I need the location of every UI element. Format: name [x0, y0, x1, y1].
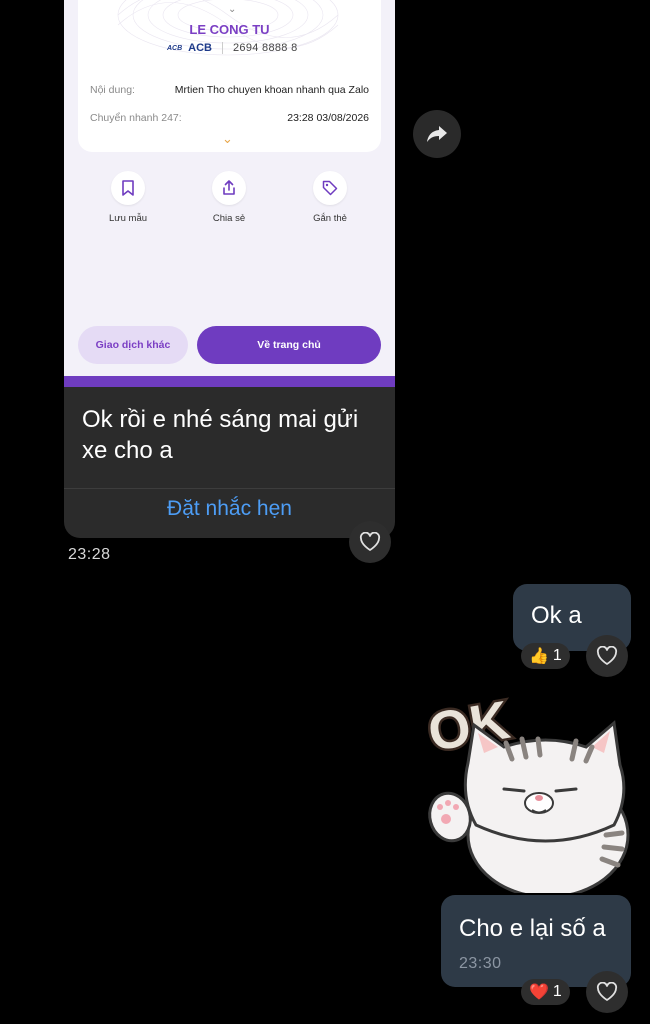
cat-ok-sticker[interactable]: OK — [426, 685, 632, 893]
reaction-count: 1 — [552, 647, 562, 664]
react-heart-button[interactable] — [586, 971, 628, 1013]
bookmark-icon — [111, 171, 145, 205]
bank-account-row: ACB ACB 2694 8888 8 — [167, 42, 298, 54]
react-heart-button[interactable] — [586, 635, 628, 677]
incoming-timestamp: 23:28 — [68, 546, 111, 563]
chevron-down-icon: ⌄ — [222, 131, 233, 146]
red-heart-icon: ❤️ — [529, 984, 549, 1001]
shared-transfer-screenshot[interactable]: ⌄ LE CONG TU ACB ACB 2694 8888 8 Nội dun… — [64, 0, 395, 387]
chevron-double-down-icon: ⌄ — [228, 4, 237, 15]
reaction-count: 1 — [552, 983, 562, 1000]
share-label: Chia sẻ — [212, 213, 246, 224]
share-action: Chia sẻ — [194, 171, 264, 224]
reaction-pill[interactable]: 👍 1 — [521, 643, 570, 669]
save-template-label: Lưu mẫu — [108, 213, 148, 224]
heart-outline-icon — [359, 532, 381, 551]
save-template-action: Lưu mẫu — [93, 171, 163, 224]
divider — [64, 488, 395, 489]
tag-action: Gắn thẻ — [295, 171, 365, 224]
tag-icon — [313, 171, 347, 205]
thumbs-up-icon: 👍 — [529, 648, 549, 665]
home-button: Về trang chủ — [197, 326, 381, 364]
transfer-info-card: ⌄ LE CONG TU ACB ACB 2694 8888 8 Nội dun… — [78, 0, 381, 152]
set-reminder-link[interactable]: Đặt nhắc hẹn — [64, 497, 395, 521]
content-label: Nội dung: — [90, 84, 135, 96]
outgoing-timestamp: 23:30 — [459, 955, 502, 972]
bank-name: ACB — [188, 42, 213, 54]
recipient-name: LE CONG TU — [189, 22, 270, 37]
share-icon — [212, 171, 246, 205]
acb-logo-icon: ACB — [167, 44, 183, 52]
forward-arrow-icon — [427, 126, 447, 142]
account-number: 2694 8888 8 — [233, 42, 298, 54]
outgoing-message-text: Cho e lại số a — [459, 915, 606, 942]
reaction-pill[interactable]: ❤️ 1 — [521, 979, 570, 1005]
purple-footer-bar — [64, 376, 395, 387]
incoming-message-text: Ok rồi e nhé sáng mai gửi xe cho a — [82, 406, 359, 464]
content-value: Mrtien Tho chuyen khoan nhanh qua Zalo — [174, 84, 369, 96]
fast-transfer-value: 23:28 03/08/2026 — [287, 112, 369, 124]
outgoing-message-text: Ok a — [531, 602, 582, 629]
heart-outline-icon — [596, 646, 618, 665]
fast-transfer-label: Chuyển nhanh 247: — [90, 112, 182, 124]
forward-button[interactable] — [413, 110, 461, 158]
tag-label: Gắn thẻ — [313, 213, 347, 224]
heart-outline-icon — [596, 982, 618, 1001]
react-heart-button[interactable] — [349, 521, 391, 563]
divider — [222, 42, 224, 54]
incoming-message-card[interactable]: ⌄ LE CONG TU ACB ACB 2694 8888 8 Nội dun… — [64, 0, 395, 538]
other-transaction-button: Giao dịch khác — [78, 326, 188, 364]
